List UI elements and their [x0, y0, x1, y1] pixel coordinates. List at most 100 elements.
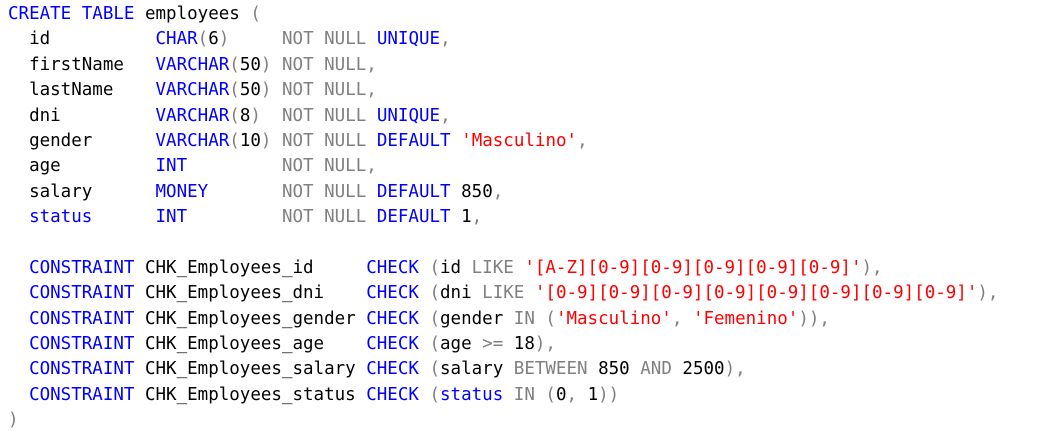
- code-token: salary: [440, 359, 514, 380]
- code-token: ,: [440, 105, 451, 126]
- code-token: 6: [208, 29, 219, 50]
- code-line: status INT NOT NULL DEFAULT 1,: [8, 205, 1050, 230]
- code-token: NOT NULL: [282, 29, 367, 50]
- code-token: NOT NULL: [282, 130, 367, 151]
- code-token: ): [260, 80, 272, 101]
- code-line: CREATE TABLE employees (: [8, 2, 1050, 27]
- code-token: CHECK: [366, 308, 419, 329]
- code-token: >=: [482, 334, 504, 355]
- code-line: age INT NOT NULL,: [8, 154, 1050, 179]
- code-token: 10: [239, 130, 261, 151]
- code-line: CONSTRAINT CHK_Employees_dni CHECK (dni …: [8, 281, 1050, 306]
- code-token: status: [440, 384, 504, 405]
- code-token: DEFAULT: [376, 207, 451, 228]
- code-token: CHECK: [366, 334, 419, 355]
- code-token: ): [8, 410, 19, 431]
- code-token: id: [440, 257, 472, 278]
- code-token: CONSTRAINT: [29, 359, 135, 380]
- code-line: CONSTRAINT CHK_Employees_age CHECK (age …: [8, 332, 1050, 357]
- code-token: lastName: [8, 80, 156, 101]
- code-token: employees: [134, 4, 251, 24]
- sql-editor[interactable]: CREATE TABLE employees ( id CHAR(6) NOT …: [0, 0, 1050, 445]
- code-token: ): [218, 29, 230, 50]
- code-token: IN: [513, 308, 535, 329]
- code-token: (: [229, 80, 240, 101]
- code-token: id: [8, 29, 156, 50]
- code-line: dni VARCHAR(8) NOT NULL UNIQUE,: [8, 104, 1050, 129]
- code-token: (: [429, 359, 441, 380]
- code-token: ): [260, 130, 272, 151]
- code-token: gender: [8, 130, 156, 151]
- code-token: ),: [861, 257, 883, 278]
- code-token: ,: [471, 207, 483, 228]
- code-line: lastName VARCHAR(50) NOT NULL,: [8, 78, 1050, 103]
- code-token: CONSTRAINT: [29, 384, 135, 405]
- code-token: salary: [8, 181, 156, 202]
- code-line: CONSTRAINT CHK_Employees_salary CHECK (s…: [8, 357, 1050, 382]
- code-token: 2500: [682, 359, 725, 380]
- code-token: AND: [640, 359, 672, 380]
- code-line: firstName VARCHAR(50) NOT NULL,: [8, 53, 1050, 78]
- code-token: CREATE TABLE: [8, 4, 135, 24]
- code-token: (: [545, 308, 556, 329]
- code-token: CHECK: [366, 283, 419, 304]
- code-token: ): [250, 105, 261, 126]
- code-token: VARCHAR: [155, 130, 230, 151]
- code-token: LIKE: [471, 257, 514, 278]
- code-token: UNIQUE: [376, 105, 441, 126]
- code-line: gender VARCHAR(10) NOT NULL DEFAULT 'Mas…: [8, 129, 1050, 154]
- code-token: CHK_Employees_gender: [134, 308, 367, 329]
- code-line: id CHAR(6) NOT NULL UNIQUE,: [8, 27, 1050, 52]
- code-line: ): [8, 408, 1050, 433]
- code-line: CONSTRAINT CHK_Employees_id CHECK (id LI…: [8, 256, 1050, 281]
- code-token: VARCHAR: [155, 105, 230, 126]
- code-token: CONSTRAINT: [29, 283, 135, 304]
- code-token: (: [429, 283, 441, 304]
- code-token: NOT NULL,: [282, 80, 377, 101]
- code-token: CHK_Employees_dni: [134, 283, 367, 304]
- code-token: '[0-9][0-9][0-9][0-9][0-9][0-9][0-9][0-9…: [534, 283, 978, 304]
- code-token: CHK_Employees_id: [134, 257, 367, 278]
- code-token: CONSTRAINT: [29, 257, 135, 278]
- code-token: (: [429, 308, 441, 329]
- code-token: INT: [155, 207, 188, 228]
- code-token: 1: [461, 207, 472, 228]
- code-token: firstName: [8, 54, 156, 75]
- code-token: VARCHAR: [155, 80, 230, 101]
- code-line: [8, 231, 1050, 256]
- code-token: IN: [513, 384, 535, 405]
- code-token: LIKE: [482, 283, 525, 304]
- code-token: status: [29, 207, 93, 228]
- code-token: 'Masculino': [461, 130, 578, 151]
